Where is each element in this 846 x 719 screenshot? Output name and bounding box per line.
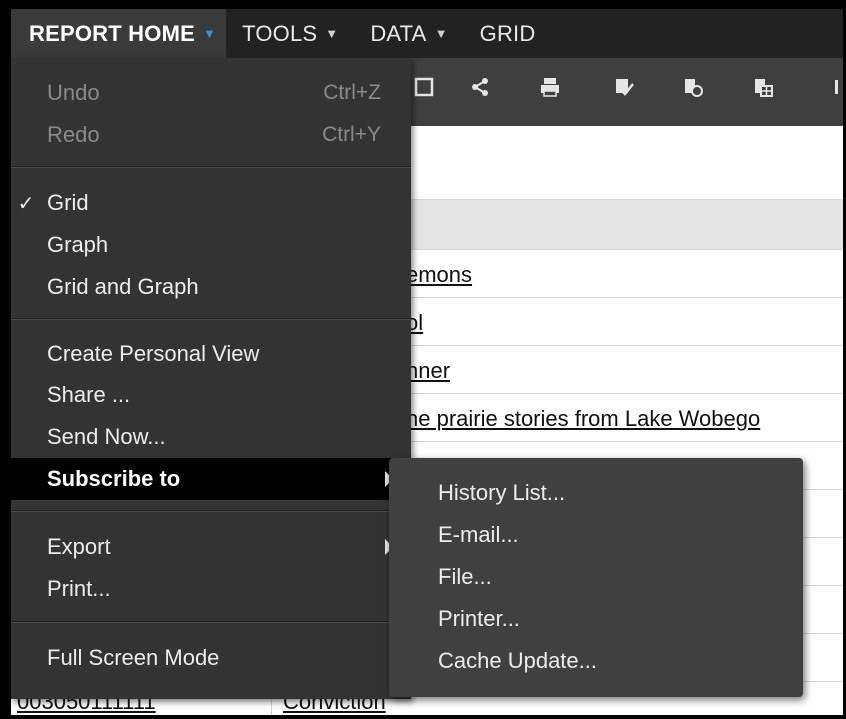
report-home-dropdown: Undo Ctrl+Z Redo Ctrl+Y ✓ Grid Graph Gri… — [11, 58, 411, 699]
submenu-item-printer[interactable]: Printer... — [389, 598, 803, 640]
caret-down-icon: ▼ — [203, 26, 217, 41]
submenu-item-printer-label: Printer... — [438, 606, 520, 631]
submenu-item-email-label: E-mail... — [438, 522, 519, 547]
submenu-item-email[interactable]: E-mail... — [389, 514, 803, 556]
menu-item-grid[interactable]: ✓ Grid — [11, 182, 411, 224]
menu-item-create-personal-view[interactable]: Create Personal View — [11, 333, 411, 375]
send-now-icon[interactable] — [609, 76, 639, 106]
menu-item-redo-label: Redo — [47, 122, 100, 147]
subscribe-submenu: History List... E-mail... File... Printe… — [389, 458, 803, 697]
menu-item-graph-label: Graph — [47, 232, 109, 257]
menu-tools-label: TOOLS — [242, 20, 318, 46]
submenu-item-history-list[interactable]: History List... — [389, 472, 803, 514]
menu-item-create-personal-view-label: Create Personal View — [47, 341, 260, 366]
menu-item-grid-label: Grid — [47, 190, 89, 215]
menu-divider — [11, 621, 411, 623]
submenu-item-cache-update[interactable]: Cache Update... — [389, 640, 803, 682]
menu-item-redo[interactable]: Redo Ctrl+Y — [11, 114, 411, 156]
menu-divider — [11, 166, 411, 168]
save-icon[interactable] — [409, 76, 439, 106]
submenu-item-file-label: File... — [438, 564, 492, 589]
menu-data[interactable]: DATA ▼ — [354, 9, 463, 58]
undo-shortcut: Ctrl+Z — [323, 81, 381, 104]
menu-item-export[interactable]: Export — [11, 526, 411, 568]
subscribe-icon[interactable] — [678, 76, 708, 106]
export-icon[interactable] — [748, 76, 778, 106]
menu-item-undo-label: Undo — [47, 80, 100, 105]
menu-item-full-screen-mode-label: Full Screen Mode — [47, 645, 220, 670]
row-link[interactable]: he prairie stories from Lake Wobego — [406, 406, 760, 432]
checkmark-icon: ✓ — [17, 192, 35, 215]
menu-report-home[interactable]: REPORT HOME ▼ — [11, 9, 227, 58]
menu-divider — [11, 318, 411, 320]
menu-item-print-label: Print... — [47, 576, 111, 601]
menu-item-full-screen-mode[interactable]: Full Screen Mode — [11, 637, 411, 679]
menu-item-grid-and-graph-label: Grid and Graph — [47, 274, 199, 299]
menu-divider — [11, 510, 411, 512]
caret-down-icon: ▼ — [325, 26, 339, 41]
window-frame: REPORT HOME ▼ TOOLS ▼ DATA ▼ GRID emons … — [0, 0, 846, 719]
menu-item-subscribe-to-label: Subscribe to — [47, 466, 181, 491]
submenu-item-history-list-label: History List... — [438, 480, 566, 505]
menu-report-home-label: REPORT HOME — [29, 20, 195, 46]
app-screen: REPORT HOME ▼ TOOLS ▼ DATA ▼ GRID emons … — [11, 9, 843, 715]
menu-grid-label: GRID — [479, 20, 536, 46]
caret-down-icon: ▼ — [434, 26, 448, 41]
menu-item-grid-and-graph[interactable]: Grid and Graph — [11, 266, 411, 308]
top-menu-bar: REPORT HOME ▼ TOOLS ▼ DATA ▼ GRID — [11, 9, 843, 58]
share-icon[interactable] — [465, 76, 495, 106]
redo-shortcut: Ctrl+Y — [322, 123, 381, 146]
row-link[interactable]: emons — [406, 262, 472, 288]
submenu-item-file[interactable]: File... — [389, 556, 803, 598]
submenu-item-cache-update-label: Cache Update... — [438, 648, 597, 673]
menu-item-send-now[interactable]: Send Now... — [11, 416, 411, 458]
menu-item-export-label: Export — [47, 534, 111, 559]
menu-item-share[interactable]: Share ... — [11, 374, 411, 416]
menu-item-send-now-label: Send Now... — [47, 424, 166, 449]
menu-item-print[interactable]: Print... — [11, 568, 411, 610]
menu-grid[interactable]: GRID — [464, 9, 552, 58]
menu-item-share-label: Share ... — [47, 382, 131, 407]
menu-item-undo[interactable]: Undo Ctrl+Z — [11, 72, 411, 114]
menu-tools[interactable]: TOOLS ▼ — [226, 9, 354, 58]
print-icon[interactable] — [535, 76, 565, 106]
row-link[interactable]: nner — [406, 358, 450, 384]
menu-item-graph[interactable]: Graph — [11, 224, 411, 266]
menu-data-label: DATA — [370, 20, 427, 46]
more-icon[interactable] — [821, 76, 843, 106]
menu-item-subscribe-to[interactable]: Subscribe to — [11, 458, 411, 500]
